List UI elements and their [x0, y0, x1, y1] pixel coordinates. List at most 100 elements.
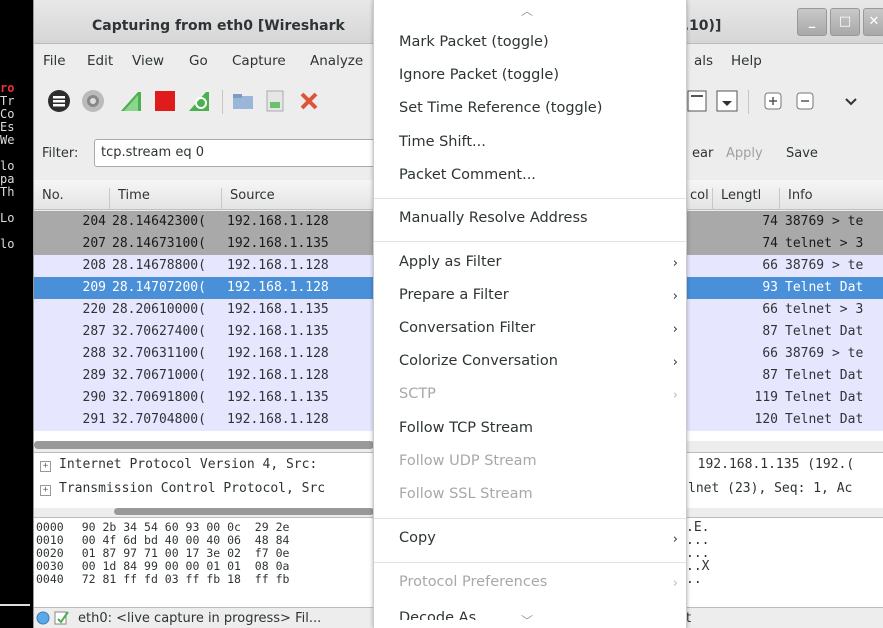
packet-info: 38769 > te — [785, 214, 864, 229]
hex-offset: 0010 — [36, 533, 64, 547]
packet-time: 32.70704800( — [112, 412, 206, 427]
packet-source: 192.168.1.135 — [227, 236, 329, 251]
packet-context-menu: ︿ ﹀ Mark Packet (toggle) Ignore Packet (t… — [373, 0, 687, 628]
packet-source: 192.168.1.128 — [227, 214, 329, 229]
hex-offset: 0040 — [36, 572, 64, 586]
filter-input[interactable]: tcp.stream eq 0 — [94, 139, 394, 167]
menu-item-copy[interactable]: Copy — [399, 530, 436, 546]
packet-source: 192.168.1.128 — [227, 258, 329, 273]
auto-scroll-icon[interactable] — [714, 88, 740, 114]
menu-item-ignore-packet-toggle[interactable]: Ignore Packet (toggle) — [399, 67, 559, 83]
menu-separator — [374, 518, 686, 519]
menu-view[interactable]: View — [132, 53, 164, 69]
menu-item-time-shift[interactable]: Time Shift... — [399, 134, 486, 150]
zoom-in-icon[interactable] — [760, 88, 786, 114]
menu-capture[interactable]: Capture — [232, 53, 286, 69]
menu-tools[interactable]: als — [694, 53, 713, 69]
restart-capture-icon[interactable] — [186, 88, 212, 114]
menu-item-apply-as-filter[interactable]: Apply as Filter — [399, 254, 502, 270]
chevron-down-icon[interactable] — [838, 88, 864, 114]
packet-length: 120 — [754, 412, 778, 427]
column-length[interactable]: Lengtl — [712, 188, 761, 210]
capture-options-icon[interactable] — [80, 88, 106, 114]
close-file-icon[interactable] — [296, 88, 322, 114]
expand-icon[interactable]: + — [40, 485, 51, 496]
menu-scroll-up-icon[interactable]: ︿ — [521, 2, 533, 19]
packet-no: 287 — [82, 324, 106, 339]
menu-item-conversation-filter[interactable]: Conversation Filter — [399, 320, 535, 336]
packet-list-scrollbar[interactable] — [34, 441, 374, 449]
submenu-arrow-icon: › — [672, 388, 678, 403]
packet-info: 38769 > te — [785, 258, 864, 273]
menu-help[interactable]: Help — [731, 53, 762, 69]
menu-scroll-down-icon[interactable]: ﹀ — [521, 612, 533, 628]
menu-analyze[interactable]: Analyze — [310, 53, 363, 69]
packet-source: 192.168.1.135 — [227, 390, 329, 405]
minimize-button[interactable]: _ — [797, 8, 827, 36]
menu-item-manually-resolve-address[interactable]: Manually Resolve Address — [399, 210, 588, 226]
column-time[interactable]: Time — [109, 188, 150, 210]
packet-time: 32.70691800( — [112, 390, 206, 405]
resize-columns-icon[interactable] — [684, 88, 710, 114]
expand-icon[interactable]: + — [40, 461, 51, 472]
packet-source: 192.168.1.135 — [227, 302, 329, 317]
details-scrollbar[interactable] — [114, 508, 374, 515]
packet-source: 192.168.1.128 — [227, 412, 329, 427]
packet-source: 192.168.1.128 — [227, 280, 329, 295]
packet-source: 192.168.1.135 — [227, 324, 329, 339]
stop-capture-icon[interactable] — [152, 88, 178, 114]
packet-info: Telnet Dat — [785, 368, 864, 383]
menu-go[interactable]: Go — [189, 53, 208, 69]
menu-item-follow-tcp-stream[interactable]: Follow TCP Stream — [399, 420, 533, 436]
packet-info: Telnet Dat — [785, 280, 864, 295]
packet-time: 32.70671000( — [112, 368, 206, 383]
start-capture-icon[interactable] — [118, 88, 144, 114]
packet-no: 289 — [82, 368, 106, 383]
submenu-arrow-icon: › — [672, 256, 678, 271]
save-file-icon[interactable] — [262, 88, 288, 114]
zoom-out-icon[interactable] — [792, 88, 818, 114]
menu-item-prepare-a-filter[interactable]: Prepare a Filter — [399, 287, 509, 303]
close-button[interactable]: ✕ — [863, 8, 883, 36]
maximize-button[interactable]: □ — [830, 8, 860, 36]
submenu-arrow-icon: › — [672, 322, 678, 337]
column-info[interactable]: Info — [779, 188, 813, 210]
menu-file[interactable]: File — [43, 53, 66, 69]
filter-clear-button[interactable]: ear — [692, 146, 713, 161]
packet-length: 66 — [762, 346, 778, 361]
packet-time: 32.70627400( — [112, 324, 206, 339]
menu-item-sctp[interactable]: SCTP — [399, 386, 436, 402]
menu-separator — [374, 241, 686, 242]
menu-item-decode-as[interactable]: Decode As... — [399, 610, 490, 620]
hex-bytes: 00 4f 6d bd 40 00 40 06 48 84 — [81, 533, 290, 547]
filter-save-button[interactable]: Save — [786, 146, 818, 161]
column-no[interactable]: No. — [34, 188, 64, 210]
expert-info-icon[interactable] — [36, 611, 50, 625]
menu-item-follow-udp-stream[interactable]: Follow UDP Stream — [399, 453, 537, 469]
packet-time: 32.70631100( — [112, 346, 206, 361]
interface-list-icon[interactable] — [46, 88, 72, 114]
menu-item-colorize-conversation[interactable]: Colorize Conversation — [399, 353, 558, 369]
packet-length: 66 — [762, 302, 778, 317]
capture-comment-icon[interactable] — [54, 610, 69, 625]
packet-info: Telnet Dat — [785, 324, 864, 339]
detail-right-text: lnet (23), Seq: 1, Ac — [688, 481, 853, 496]
packet-info: Telnet Dat — [785, 390, 864, 405]
column-source[interactable]: Source — [221, 188, 275, 210]
menu-item-mark-packet-toggle[interactable]: Mark Packet (toggle) — [399, 34, 549, 50]
packet-source: 192.168.1.128 — [227, 368, 329, 383]
menu-item-protocol-preferences[interactable]: Protocol Preferences — [399, 574, 547, 590]
menu-edit[interactable]: Edit — [87, 53, 113, 69]
menu-item-follow-ssl-stream[interactable]: Follow SSL Stream — [399, 486, 533, 502]
submenu-arrow-icon: › — [672, 289, 678, 304]
hex-bytes: 01 87 97 71 00 17 3e 02 f7 0e — [81, 546, 290, 560]
filter-apply-button[interactable]: Apply — [726, 146, 763, 161]
packet-no: 208 — [82, 258, 106, 273]
open-file-icon[interactable] — [230, 88, 256, 114]
menu-item-set-time-reference-toggle[interactable]: Set Time Reference (toggle) — [399, 100, 602, 116]
submenu-arrow-icon: › — [672, 355, 678, 370]
packet-info: telnet > 3 — [785, 302, 864, 317]
packet-length: 74 — [762, 214, 778, 229]
menu-item-packet-comment[interactable]: Packet Comment... — [399, 167, 536, 183]
packet-no: 209 — [82, 280, 106, 295]
